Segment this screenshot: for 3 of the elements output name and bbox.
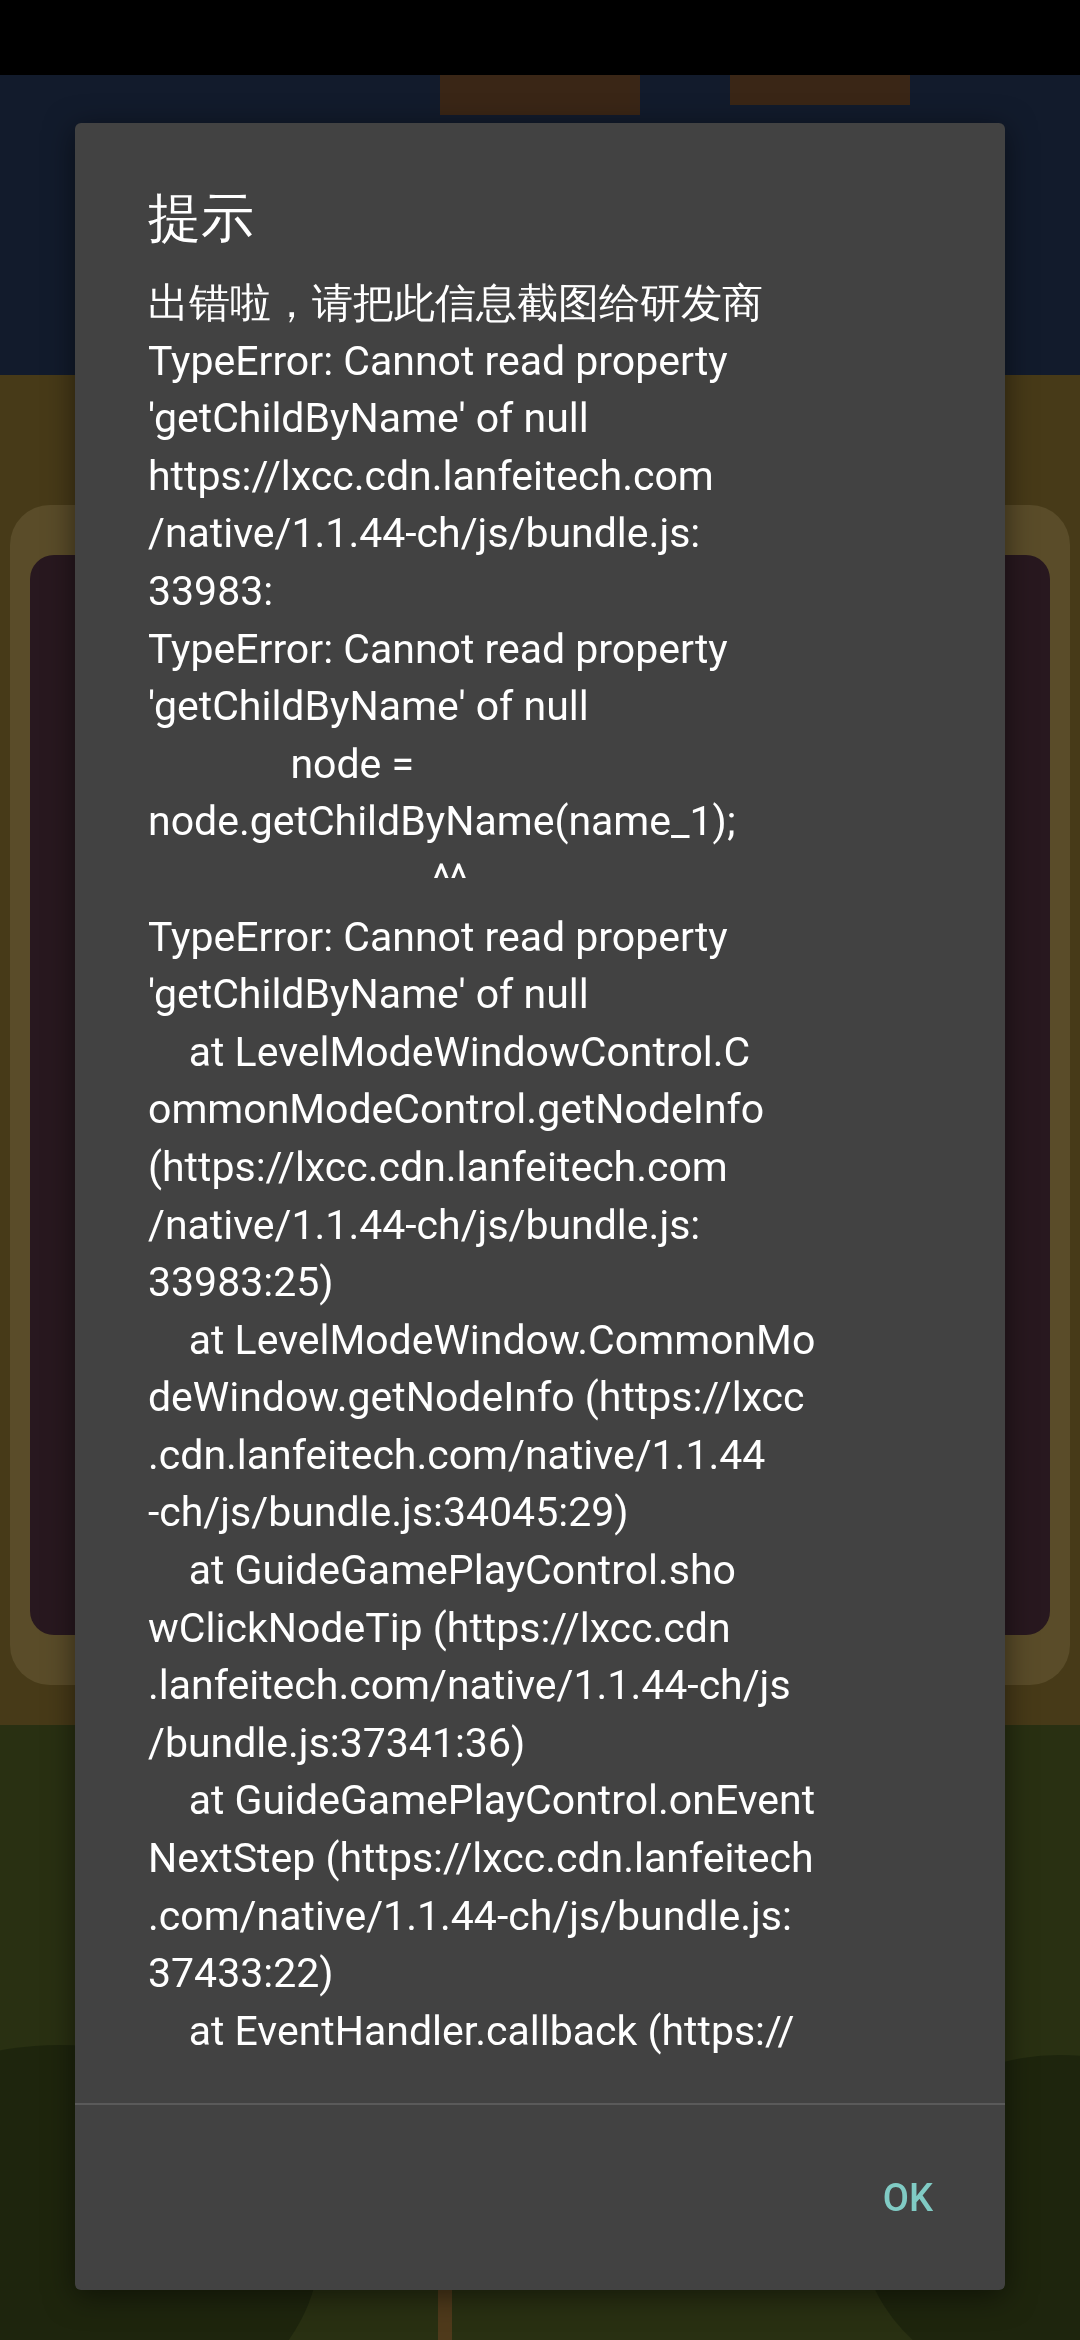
- error-message: 出错啦，请把此信息截图给研发商 TypeError: Cannot read property 'getChildByName' of null https://lxcc.cdn.lanfeitech.com /native/1.1.44-ch/js/bundle.js: 33983: TypeError: Cannot read property 'getChildByName' of null node = node.getChildByName(name_1); ^^ TypeError: Cannot read property 'getChildByName' of null at LevelModeWindowControl.C ommonModeControl.getNodeInfo (https://lxcc.cdn.lanfeitech.com /native/1.1.44-ch/js/bundle.js: 33983:25) at LevelModeWindow.CommonMo deWindow.getNodeInfo (https://lxcc .cdn.lanfeitech.com/native/1.1.44 -ch/js/bundle.js:34045:29) at GuideGamePlayControl.sho wClickNodeTip (https://lxcc.cdn .lanfeitech.com/native/1.1.44-ch/js /bundle.js:37341:36) at GuideGamePlayControl.onEvent NextStep (https://lxcc.cdn.lanfeitech .com/native/1.1.44-ch/js/bundle.js: 37433:22) at EventHandler.callback (https://: [148, 278, 816, 2057]
- dialog-title: 提示: [148, 186, 254, 251]
- ok-button[interactable]: OK: [858, 2159, 957, 2236]
